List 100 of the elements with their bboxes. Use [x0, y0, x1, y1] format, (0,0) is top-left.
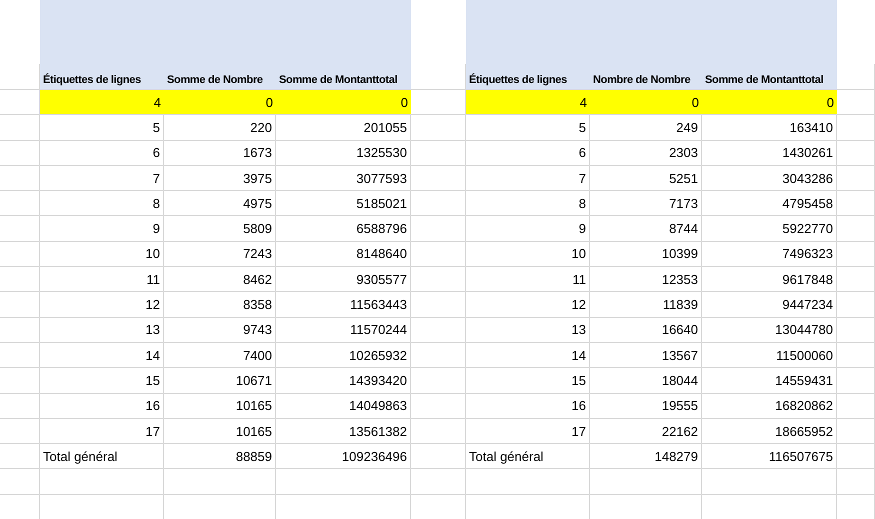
empty-cell	[837, 140, 875, 166]
value-cell: 220	[164, 115, 276, 141]
value-cell: 7496323	[702, 242, 837, 268]
value-cell: 8148640	[276, 242, 411, 268]
total-label-cell: Total général	[466, 444, 590, 470]
value-cell: 18665952	[702, 418, 837, 444]
value-cell: 12353	[590, 267, 702, 292]
empty-cell	[0, 418, 40, 444]
empty-cell	[411, 191, 466, 216]
row-label-cell: 4	[466, 90, 590, 116]
empty-cell	[837, 342, 875, 368]
value-cell: 22162	[590, 418, 702, 444]
total-cell: 88859	[164, 444, 276, 470]
empty-cell	[0, 318, 40, 343]
empty-cell	[837, 394, 875, 419]
empty-cell	[837, 115, 875, 141]
row-label-cell: 4	[40, 90, 164, 116]
row-label-cell: 13	[466, 318, 590, 343]
value-cell: 9305577	[276, 267, 411, 292]
row-label-cell: 5	[40, 115, 164, 141]
empty-cell	[837, 191, 875, 216]
empty-cell	[0, 140, 40, 166]
value-cell: 2303	[590, 140, 702, 166]
value-cell: 7173	[590, 191, 702, 216]
column-header: Étiquettes de lignes	[40, 64, 164, 90]
total-cell: 109236496	[276, 444, 411, 470]
row-label-cell: 15	[466, 368, 590, 394]
value-cell: 9447234	[702, 292, 837, 318]
value-cell: 201055	[276, 115, 411, 141]
empty-cell	[0, 191, 40, 216]
empty-cell	[411, 394, 466, 419]
value-cell: 8358	[164, 292, 276, 318]
value-cell: 5809	[164, 216, 276, 242]
value-cell: 10265932	[276, 342, 411, 368]
value-cell: 6588796	[276, 216, 411, 242]
empty-cell	[411, 267, 466, 292]
value-cell: 0	[164, 90, 276, 116]
value-cell: 11570244	[276, 318, 411, 343]
value-cell: 11500060	[702, 342, 837, 368]
value-cell: 14393420	[276, 368, 411, 394]
row-label-cell: 14	[40, 342, 164, 368]
row-label-cell: 7	[466, 166, 590, 192]
row-label-cell: 10	[466, 242, 590, 268]
empty-cell	[0, 342, 40, 368]
value-cell: 16820862	[702, 394, 837, 419]
value-cell: 11563443	[276, 292, 411, 318]
value-cell: 11839	[590, 292, 702, 318]
value-cell: 3077593	[276, 166, 411, 192]
value-cell: 0	[590, 90, 702, 116]
value-cell: 0	[702, 90, 837, 116]
empty-cell	[411, 216, 466, 242]
row-label-cell: 17	[40, 418, 164, 444]
column-header: Nombre de Nombre	[590, 64, 702, 90]
value-cell: 10165	[164, 394, 276, 419]
value-cell: 13561382	[276, 418, 411, 444]
value-cell: 3975	[164, 166, 276, 192]
row-label-cell: 8	[40, 191, 164, 216]
empty-cell	[411, 469, 466, 495]
empty-cell	[411, 115, 466, 141]
column-header: Somme de Montanttotal	[276, 64, 411, 90]
empty-cell	[0, 166, 40, 192]
value-cell: 7243	[164, 242, 276, 268]
empty-cell	[837, 418, 875, 444]
value-cell: 5251	[590, 166, 702, 192]
row-label-cell: 15	[40, 368, 164, 394]
empty-cell	[411, 292, 466, 318]
empty-cell	[411, 242, 466, 268]
row-label-cell: 10	[40, 242, 164, 268]
row-label-cell: 13	[40, 318, 164, 343]
value-cell: 0	[276, 90, 411, 116]
empty-cell	[837, 292, 875, 318]
row-label-cell: 6	[466, 140, 590, 166]
column-header: Étiquettes de lignes	[466, 64, 590, 90]
value-cell: 3043286	[702, 166, 837, 192]
column-header: Somme de Montanttotal	[702, 64, 837, 90]
empty-cell	[837, 267, 875, 292]
empty-cell	[0, 394, 40, 419]
value-cell: 8462	[164, 267, 276, 292]
value-cell: 9743	[164, 318, 276, 343]
empty-cell	[411, 418, 466, 444]
value-cell: 5185021	[276, 191, 411, 216]
empty-cell	[837, 368, 875, 394]
empty-cell	[411, 368, 466, 394]
value-cell: 10165	[164, 418, 276, 444]
empty-cell	[411, 444, 466, 470]
row-label-cell: 7	[40, 166, 164, 192]
row-label-cell: 12	[466, 292, 590, 318]
value-cell: 5922770	[702, 216, 837, 242]
value-cell: 8744	[590, 216, 702, 242]
value-cell: 163410	[702, 115, 837, 141]
empty-cell	[0, 292, 40, 318]
empty-cell	[411, 140, 466, 166]
empty-cell	[411, 318, 466, 343]
empty-cell	[411, 166, 466, 192]
value-cell: 1673	[164, 140, 276, 166]
row-label-cell: 12	[40, 292, 164, 318]
value-cell: 13567	[590, 342, 702, 368]
empty-cell	[837, 216, 875, 242]
value-cell: 4795458	[702, 191, 837, 216]
row-label-cell: 8	[466, 191, 590, 216]
